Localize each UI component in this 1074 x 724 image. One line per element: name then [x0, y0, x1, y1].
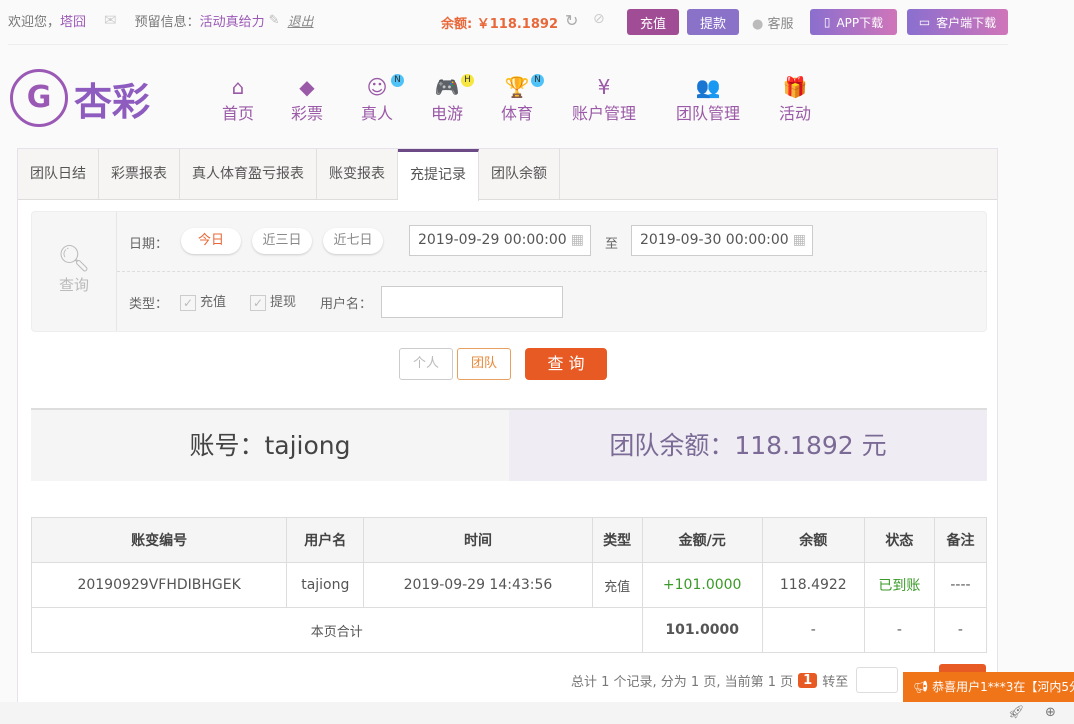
edit-icon[interactable]: ✎ [269, 13, 280, 28]
withdraw-checkbox[interactable]: ✓ 提现 [250, 291, 296, 311]
client-download-button[interactable]: ▭ 客户端下载 [907, 9, 1008, 35]
bottom-bar [0, 702, 1074, 724]
tab-transaction-report[interactable]: 账变报表 [317, 149, 398, 199]
deposit-checkbox[interactable]: ✓ 充值 [180, 291, 226, 311]
check-icon: ✓ [180, 294, 196, 311]
mail-icon[interactable]: ✉ [104, 11, 117, 29]
welcome-text: 欢迎您， [8, 14, 61, 30]
logo-text: 杏彩 [74, 79, 151, 124]
divider [117, 271, 987, 272]
service-icon: ● [752, 17, 764, 32]
nav-live[interactable]: ☺ N 真人 [360, 74, 404, 124]
current-page[interactable]: 1 [798, 672, 818, 688]
deposit-button[interactable]: 充值 [627, 9, 679, 35]
username-link[interactable]: 塔囧 [60, 11, 86, 30]
megaphone-icon: 📢︎ [913, 680, 933, 694]
tab-live-sports-report[interactable]: 真人体育盈亏报表 [180, 149, 317, 199]
phone-icon: ▯ [823, 15, 831, 29]
to-label: 至 [605, 237, 619, 252]
calendar-icon[interactable]: ▦ [793, 226, 806, 254]
withdraw-button[interactable]: 提款 [687, 9, 739, 35]
woman-icon: ☺ N [360, 74, 404, 100]
yen-icon: ¥ [597, 75, 611, 99]
query-box: 🔍︎ 查询 日期： 今日 近三日 近七日 2019-09-29 00:00:00… [31, 211, 987, 332]
nav-activity[interactable]: 🎁 活动 [778, 74, 812, 124]
rocket-icon[interactable]: 🚀︎ [1008, 705, 1025, 720]
calendar-icon[interactable]: ▦ [571, 226, 584, 254]
team-icon: 👥 [695, 75, 721, 99]
search-icon: 🔍︎ [57, 244, 91, 274]
username-label: 用户名： [320, 297, 373, 312]
report-tabs: 团队日结 彩票报表 真人体育盈亏报表 账变报表 充提记录 团队余额 [18, 149, 997, 201]
today-button[interactable]: 今日 [181, 228, 241, 254]
hide-eye-icon[interactable]: ⊘ [593, 11, 605, 27]
account-name: 账号：tajiong [31, 410, 509, 481]
report-panel: 团队日结 彩票报表 真人体育盈亏报表 账变报表 充提记录 团队余额 🔍︎ 查询 … [17, 148, 998, 724]
query-side: 🔍︎ 查询 [32, 212, 117, 331]
balance: 余额: ￥118.1892 [441, 17, 558, 32]
records-table: 账变编号 用户名 时间 类型 金额/元 余额 状态 备注 20190929VFHDIBHGEK… [30, 517, 988, 653]
trophy-icon: 🏆 N [500, 74, 544, 100]
gamepad-icon: 🎮 H [430, 74, 474, 100]
top-bar: 欢迎您， 塔囧 ✉ 预留信息： 活动真给力 ✎ 退出 [8, 10, 314, 30]
logout-link[interactable]: 退出 [288, 11, 314, 30]
query-button[interactable]: 查 询 [525, 348, 607, 380]
username-input[interactable] [381, 286, 563, 318]
check-icon: ✓ [250, 294, 266, 311]
personal-button[interactable]: 个人 [399, 348, 453, 380]
compass-icon[interactable]: ⊕ [1045, 705, 1056, 720]
service-link[interactable]: ● 客服 [752, 13, 794, 32]
home-icon: ⌂ [231, 75, 245, 99]
nav-team[interactable]: 👥 团队管理 [674, 74, 742, 124]
summary-bar: 账号：tajiong 团队余额：118.1892 元 [31, 408, 987, 481]
monitor-icon: ▭ [918, 15, 931, 29]
logo-emblem-icon: G [10, 69, 68, 127]
end-date-input[interactable]: 2019-09-30 00:00:00 ▦ [631, 225, 813, 256]
tab-deposit-withdraw-records[interactable]: 充提记录 [398, 149, 479, 201]
nav-lottery[interactable]: ◆ 彩票 [290, 74, 324, 124]
logo[interactable]: G 杏彩 [10, 69, 150, 127]
nav-account[interactable]: ¥ 账户管理 [570, 74, 638, 124]
total-row: 本页合计 101.0000- - - [31, 607, 988, 653]
goto-page-input[interactable] [856, 667, 899, 693]
table-header: 账变编号 用户名 时间 类型 金额/元 余额 状态 备注 [30, 517, 988, 563]
three-days-button[interactable]: 近三日 [252, 228, 312, 254]
team-balance: 团队余额：118.1892 元 [509, 410, 987, 481]
nav-sports[interactable]: 🏆 N 体育 [500, 74, 544, 124]
type-label: 类型： [129, 297, 169, 312]
win-notice[interactable]: 📢︎ 恭喜用户1***3在【河内5分 [903, 672, 1074, 702]
app-download-button[interactable]: ▯ APP下载 [810, 9, 897, 35]
reserve-value: 活动真给力 [199, 14, 265, 30]
pagination: 总计 1 个记录, 分为 1 页, 当前第 1 页 1 转至 [571, 667, 899, 693]
tab-lottery-report[interactable]: 彩票报表 [99, 149, 180, 199]
nav-games[interactable]: 🎮 H 电游 [430, 74, 474, 124]
gift-icon: 🎁 [782, 75, 808, 99]
team-button[interactable]: 团队 [457, 348, 511, 380]
seven-days-button[interactable]: 近七日 [323, 228, 383, 254]
refresh-icon[interactable]: ↻ [565, 11, 578, 30]
table-row: 20190929VFHDIBHGEK tajiong 2019-09-29 14:4… [30, 562, 988, 608]
divider [8, 44, 1008, 45]
date-label: 日期： [129, 237, 169, 252]
nav-home[interactable]: ⌂ 首页 [220, 74, 256, 124]
tab-team-balance[interactable]: 团队余额 [479, 149, 560, 199]
reserve-label: 预留信息： [134, 14, 200, 30]
tab-team-daily[interactable]: 团队日结 [18, 149, 99, 199]
start-date-input[interactable]: 2019-09-29 00:00:00 ▦ [409, 225, 591, 256]
ticket-icon: ◆ [299, 75, 315, 99]
